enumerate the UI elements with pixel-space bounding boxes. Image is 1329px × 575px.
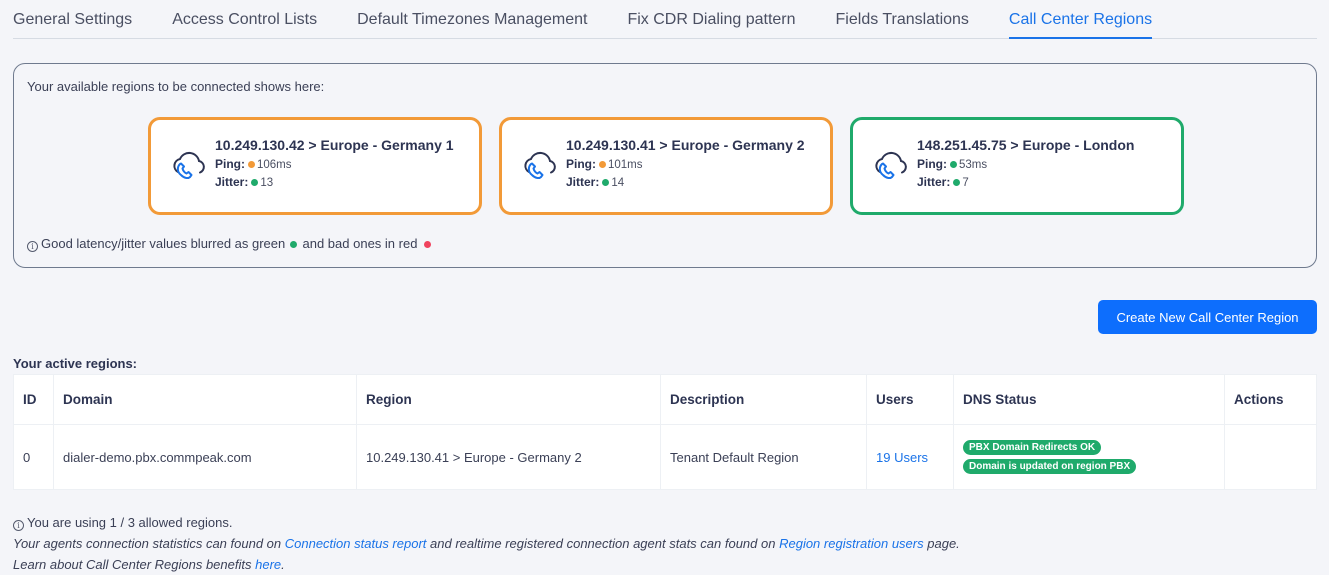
ping-row: Ping: 53ms — [917, 157, 1134, 171]
tab-fix-cdr-dialing[interactable]: Fix CDR Dialing pattern — [627, 0, 795, 38]
available-regions-panel: Your available regions to be connected s… — [13, 63, 1317, 268]
learn-here-link[interactable]: here — [255, 557, 281, 572]
jitter-row: Jitter: 14 — [566, 175, 805, 189]
region-card-title: 148.251.45.75 > Europe - London — [917, 137, 1135, 153]
cloud-phone-icon — [524, 151, 556, 180]
tab-call-center-regions[interactable]: Call Center Regions — [1008, 0, 1153, 39]
green-dot-icon — [289, 241, 297, 249]
column-header-region: Region — [356, 374, 661, 425]
connection-status-report-link[interactable]: Connection status report — [285, 536, 427, 551]
available-regions-intro: Your available regions to be connected s… — [27, 79, 325, 94]
ping-label: Ping: — [566, 157, 596, 171]
table-header-row: ID Domain Region Description Users DNS S… — [13, 374, 1317, 425]
column-header-domain: Domain — [53, 374, 357, 425]
jitter-value: 13 — [260, 177, 274, 189]
region-card-title: 10.249.130.41 > Europe - Germany 2 — [566, 137, 805, 153]
cell-dns-status: PBX Domain Redirects OK Domain is update… — [953, 424, 1225, 490]
jitter-status-dot-icon — [251, 179, 259, 187]
jitter-value: 7 — [962, 177, 969, 189]
column-header-actions: Actions — [1224, 374, 1317, 425]
cloud-phone-icon — [173, 151, 205, 180]
jitter-label: Jitter: — [917, 175, 951, 189]
region-card[interactable]: 148.251.45.75 > Europe - London Ping: 53m… — [850, 117, 1184, 215]
tab-general-settings[interactable]: General Settings — [13, 0, 132, 38]
region-cards: 10.249.130.42 > Europe - Germany 1 Ping:… — [148, 117, 1184, 215]
jitter-status-dot-icon — [953, 179, 961, 187]
dns-status-badge: Domain is updated on region PBX — [963, 459, 1137, 474]
footer-notes: i You are using 1 / 3 allowed regions. Yo… — [13, 512, 960, 575]
region-card-info: 10.249.130.42 > Europe - Germany 1 Ping:… — [215, 137, 454, 189]
cell-users: 19 Users — [866, 424, 954, 490]
column-header-dns-status: DNS Status — [953, 374, 1225, 425]
ping-status-dot-icon — [248, 161, 255, 169]
dns-status-badge: PBX Domain Redirects OK — [963, 440, 1102, 455]
ping-row: Ping: 106ms — [215, 157, 454, 171]
table-row: 0 dialer-demo.pbx.commpeak.com 10.249.13… — [13, 424, 1317, 490]
usage-text: You are using 1 / 3 allowed regions. — [27, 515, 233, 530]
learn-line: Learn about Call Center Regions benefits… — [13, 554, 960, 575]
usage-line: i You are using 1 / 3 allowed regions. — [13, 512, 960, 533]
region-card[interactable]: 10.249.130.42 > Europe - Germany 1 Ping:… — [148, 117, 482, 215]
column-header-description: Description — [660, 374, 867, 425]
ping-value: 101ms — [608, 159, 643, 171]
region-card[interactable]: 10.249.130.41 > Europe - Germany 2 Ping:… — [499, 117, 833, 215]
active-regions-title: Your active regions: — [13, 356, 138, 371]
stats-line: Your agents connection statistics can fo… — [13, 533, 960, 554]
cell-description: Tenant Default Region — [660, 424, 867, 490]
jitter-value: 14 — [611, 177, 625, 189]
jitter-label: Jitter: — [566, 175, 600, 189]
column-header-id: ID — [13, 374, 54, 425]
tab-default-timezones[interactable]: Default Timezones Management — [357, 0, 587, 38]
jitter-status-dot-icon — [602, 179, 610, 187]
column-header-users: Users — [866, 374, 954, 425]
tab-fields-translations[interactable]: Fields Translations — [836, 0, 969, 38]
legend-text-good: Good latency/jitter values blurred as gr… — [41, 236, 286, 251]
ping-value: 106ms — [257, 159, 292, 171]
ping-row: Ping: 101ms — [566, 157, 805, 171]
settings-tabs: General Settings Access Control Lists De… — [13, 0, 1317, 39]
learn-end: . — [281, 557, 285, 572]
legend-text-bad: and bad ones in red — [302, 236, 418, 251]
latency-legend-note: i Good latency/jitter values blurred as g… — [27, 236, 433, 252]
ping-label: Ping: — [215, 157, 245, 171]
ping-status-dot-icon — [599, 161, 606, 169]
region-card-info: 10.249.130.41 > Europe - Germany 2 Ping:… — [566, 137, 805, 189]
jitter-row: Jitter: 7 — [917, 175, 1134, 189]
cell-region: 10.249.130.41 > Europe - Germany 2 — [356, 424, 661, 490]
stats-text: Your agents connection statistics can fo… — [13, 536, 282, 551]
cell-id: 0 — [13, 424, 54, 490]
create-region-button[interactable]: Create New Call Center Region — [1098, 300, 1317, 334]
ping-status-dot-icon — [950, 161, 957, 169]
region-card-title: 10.249.130.42 > Europe - Germany 1 — [215, 137, 454, 153]
cloud-phone-icon — [875, 151, 907, 180]
info-icon: i — [13, 520, 24, 531]
tab-access-control-lists[interactable]: Access Control Lists — [172, 0, 317, 38]
stats-text: page. — [927, 536, 960, 551]
jitter-row: Jitter: 13 — [215, 175, 454, 189]
users-link[interactable]: 19 Users — [876, 450, 928, 465]
stats-text: and realtime registered connection agent… — [430, 536, 776, 551]
red-dot-icon — [424, 241, 432, 249]
active-regions-table: ID Domain Region Description Users DNS S… — [13, 374, 1317, 490]
ping-value: 53ms — [959, 159, 988, 171]
region-card-info: 148.251.45.75 > Europe - London Ping: 53m… — [917, 137, 1134, 189]
cell-domain: dialer-demo.pbx.commpeak.com — [53, 424, 357, 490]
jitter-label: Jitter: — [215, 175, 249, 189]
ping-label: Ping: — [917, 157, 947, 171]
info-icon: i — [27, 241, 38, 252]
region-registration-users-link[interactable]: Region registration users — [779, 536, 924, 551]
cell-actions — [1224, 424, 1317, 490]
learn-text: Learn about Call Center Regions benefits — [13, 557, 252, 572]
